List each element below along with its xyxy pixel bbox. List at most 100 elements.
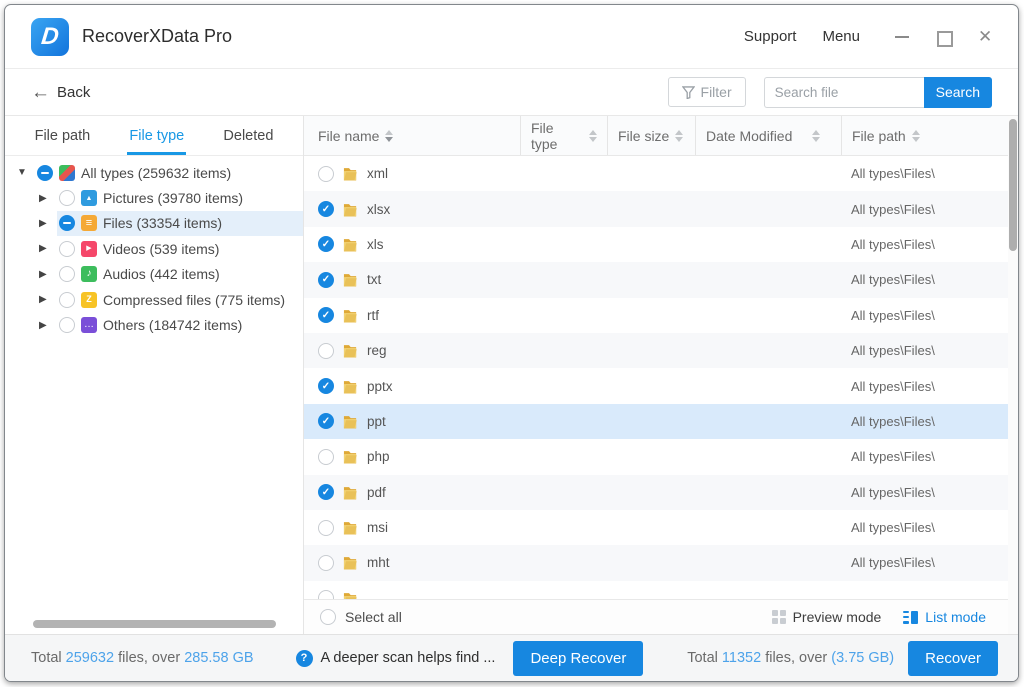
tree-checkbox-icon[interactable] (59, 317, 75, 334)
menu-link[interactable]: Menu (822, 28, 860, 45)
list-mode-button[interactable]: List mode (903, 609, 986, 625)
row-checkbox-icon[interactable] (318, 413, 334, 430)
table-row[interactable] (304, 581, 1018, 599)
folder-icon (343, 168, 357, 181)
date-modified-cell (695, 227, 841, 262)
column-header-date-modified[interactable]: Date Modified (695, 116, 841, 155)
support-link[interactable]: Support (744, 28, 797, 45)
row-checkbox-icon[interactable] (318, 271, 334, 288)
maximize-icon[interactable] (936, 29, 953, 47)
folder-icon (343, 239, 357, 252)
tab-deleted[interactable]: Deleted (219, 116, 277, 155)
row-checkbox-icon[interactable] (318, 448, 334, 465)
filter-button[interactable]: Filter (667, 77, 746, 107)
row-checkbox-icon[interactable] (318, 554, 334, 571)
tree-item[interactable]: Audios (442 items) (5, 262, 303, 287)
back-button[interactable]: Back (31, 83, 90, 102)
file-path-cell (841, 581, 1018, 599)
column-header-file-name[interactable]: File name (304, 116, 520, 155)
tree-expand-arrow-icon[interactable] (39, 218, 57, 229)
tree-checkbox-icon[interactable] (59, 215, 75, 232)
total-files-summary: Total 259632 files, over 285.58 GB (31, 650, 254, 666)
tree-expand-arrow-icon[interactable] (39, 193, 57, 204)
file-size-cell (607, 510, 695, 545)
row-checkbox-icon[interactable] (318, 307, 334, 324)
row-checkbox-icon[interactable] (318, 590, 334, 599)
table-row[interactable]: ppt All types\Files\ (304, 403, 1018, 440)
file-size-cell (607, 156, 695, 191)
tree-expand-arrow-icon[interactable] (39, 294, 57, 305)
select-all-checkbox[interactable]: Select all (320, 609, 402, 625)
tree-checkbox-icon[interactable] (59, 240, 75, 257)
folder-icon (343, 380, 357, 393)
folder-icon (343, 415, 357, 429)
tree-item-label: Audios (442 items) (103, 266, 220, 283)
sort-icon[interactable] (812, 129, 821, 142)
file-name: xls (367, 236, 384, 252)
file-size-cell (607, 404, 695, 439)
app-title: RecoverXData Pro (82, 26, 233, 46)
tree-checkbox-icon[interactable] (59, 190, 75, 207)
tree-item[interactable]: Files (33354 items) (5, 210, 303, 237)
table-row[interactable]: xml All types\Files\ (304, 156, 1018, 191)
row-checkbox-icon[interactable] (318, 201, 334, 218)
table-row[interactable]: rtf All types\Files\ (304, 298, 1018, 333)
select-all-circle-icon[interactable] (320, 609, 336, 625)
tree-checkbox-icon[interactable] (37, 164, 53, 181)
tree-item[interactable]: Videos (539 items) (5, 236, 303, 261)
recover-button[interactable]: Recover (908, 640, 998, 676)
file-type-cell (520, 545, 607, 580)
tree-expand-arrow-icon[interactable] (17, 167, 35, 178)
category-icon (81, 240, 97, 257)
table-row[interactable]: pptx All types\Files\ (304, 368, 1018, 403)
preview-mode-button[interactable]: Preview mode (771, 609, 881, 625)
table-row[interactable]: xls All types\Files\ (304, 227, 1018, 262)
tree-item[interactable]: Others (184742 items) (5, 312, 303, 337)
deep-recover-button[interactable]: Deep Recover (513, 640, 644, 676)
vertical-scrollbar[interactable] (1008, 116, 1018, 634)
row-checkbox-icon[interactable] (318, 236, 334, 253)
file-path-cell: All types\Files\ (851, 449, 935, 465)
tree-checkbox-icon[interactable] (59, 266, 75, 283)
tree-expand-arrow-icon[interactable] (39, 320, 57, 331)
tree-expand-arrow-icon[interactable] (39, 269, 57, 280)
table-row[interactable]: xlsx All types\Files\ (304, 191, 1018, 227)
tab-file-path[interactable]: File path (31, 116, 95, 155)
tree-checkbox-icon[interactable] (59, 291, 75, 308)
tree-item[interactable]: Pictures (39780 items) (5, 185, 303, 210)
sort-icon[interactable] (589, 129, 597, 142)
row-checkbox-icon[interactable] (318, 484, 334, 501)
file-path-cell: All types\Files\ (851, 413, 935, 429)
tree-item[interactable]: Compressed files (775 items) (5, 287, 303, 312)
table-row[interactable]: msi All types\Files\ (304, 510, 1018, 545)
column-header-file-size[interactable]: File size (607, 116, 695, 155)
row-checkbox-icon[interactable] (318, 378, 334, 395)
tree-expand-arrow-icon[interactable] (39, 243, 57, 254)
help-icon[interactable] (295, 649, 313, 667)
search-input[interactable] (763, 76, 924, 108)
minimize-icon[interactable] (894, 29, 910, 45)
category-icon (81, 291, 97, 308)
table-row[interactable]: pdf All types\Files\ (304, 474, 1018, 510)
table-row[interactable]: mht All types\Files\ (304, 545, 1018, 581)
sort-icon[interactable] (675, 129, 684, 142)
sort-icon[interactable] (385, 129, 394, 142)
sort-icon[interactable] (911, 129, 920, 142)
column-header-file-path[interactable]: File path (841, 116, 1018, 155)
row-checkbox-icon[interactable] (318, 519, 334, 536)
table-row[interactable]: txt All types\Files\ (304, 262, 1018, 298)
table-row[interactable]: php All types\Files\ (304, 439, 1018, 474)
date-modified-cell (695, 298, 841, 333)
horizontal-scrollbar[interactable] (33, 620, 276, 628)
tab-file-type[interactable]: File type (125, 116, 188, 155)
close-icon[interactable] (978, 27, 994, 47)
row-checkbox-icon[interactable] (318, 165, 334, 182)
row-checkbox-icon[interactable] (318, 342, 334, 359)
search-button[interactable]: Search (923, 76, 992, 108)
file-type-cell (520, 227, 607, 262)
tree-item-label: Pictures (39780 items) (103, 190, 244, 207)
scrollbar-thumb[interactable] (1009, 119, 1017, 251)
tree-item[interactable]: All types (259632 items) (5, 160, 303, 185)
column-header-file-type[interactable]: File type (520, 116, 607, 155)
table-row[interactable]: reg All types\Files\ (304, 332, 1018, 369)
